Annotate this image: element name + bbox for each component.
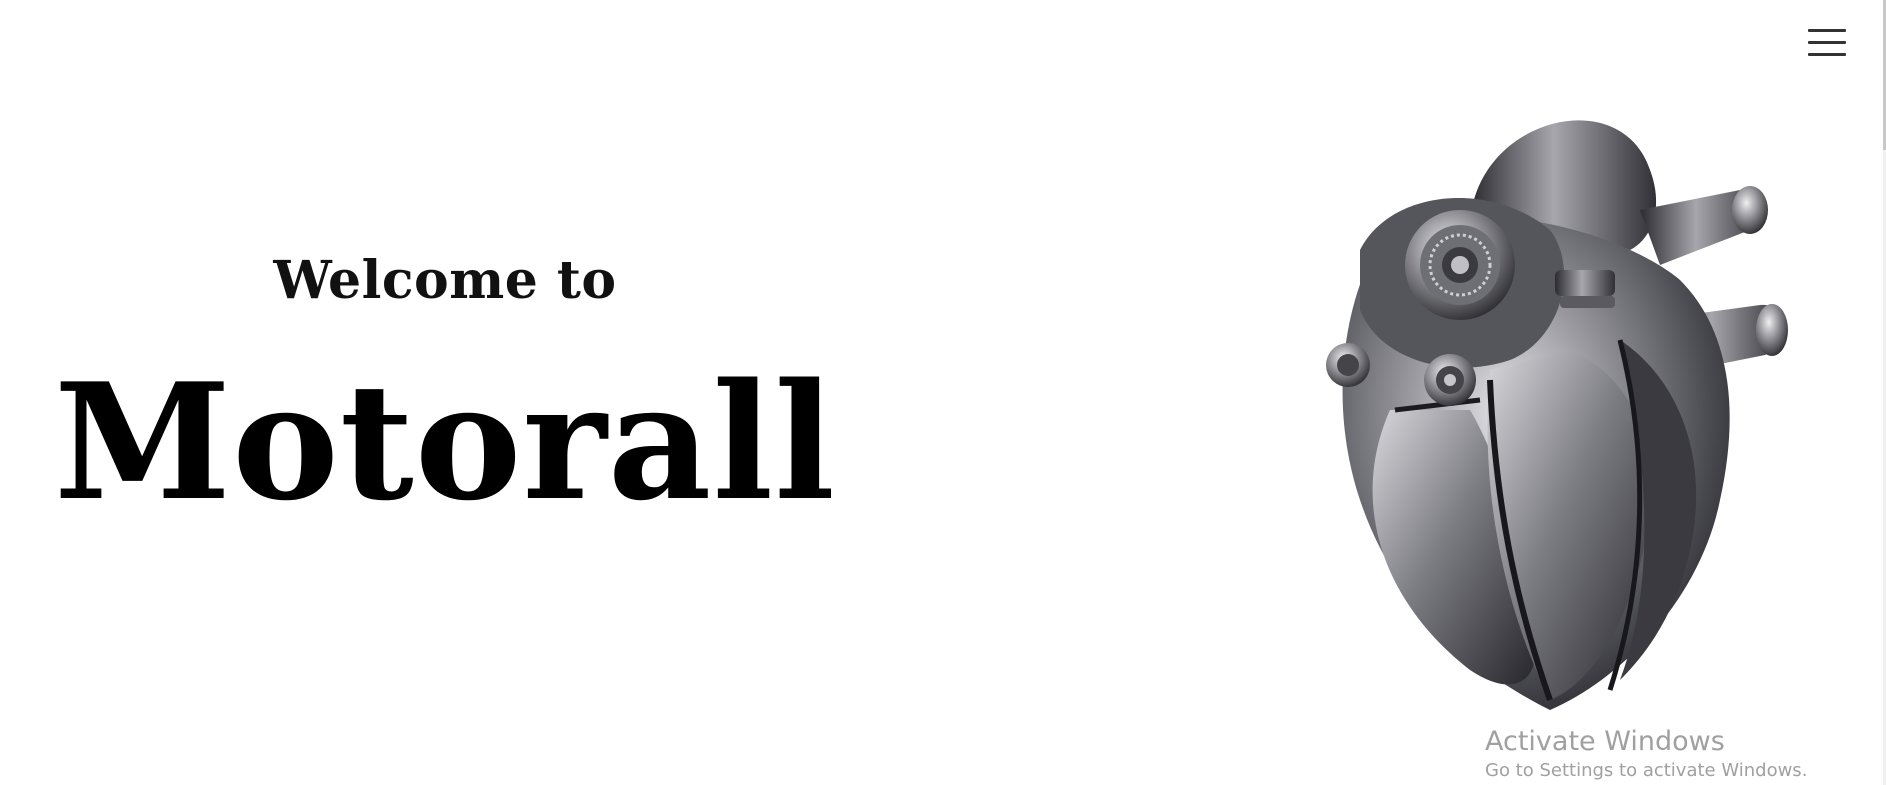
menu-line bbox=[1808, 53, 1846, 56]
brand-title: Motorall bbox=[54, 348, 836, 536]
menu-line bbox=[1808, 41, 1846, 44]
activate-windows-watermark: Activate Windows Go to Settings to activ… bbox=[1485, 726, 1807, 784]
watermark-title: Activate Windows bbox=[1485, 726, 1725, 757]
welcome-heading: Welcome to bbox=[273, 250, 617, 311]
hamburger-menu-icon[interactable] bbox=[1808, 26, 1850, 60]
landing-page: Welcome to Motorall Activate Windows Go … bbox=[0, 0, 1886, 785]
mechanical-heart-image bbox=[1326, 120, 1788, 710]
watermark-subtitle: Go to Settings to activate Windows. bbox=[1485, 760, 1808, 782]
menu-line bbox=[1808, 29, 1846, 32]
